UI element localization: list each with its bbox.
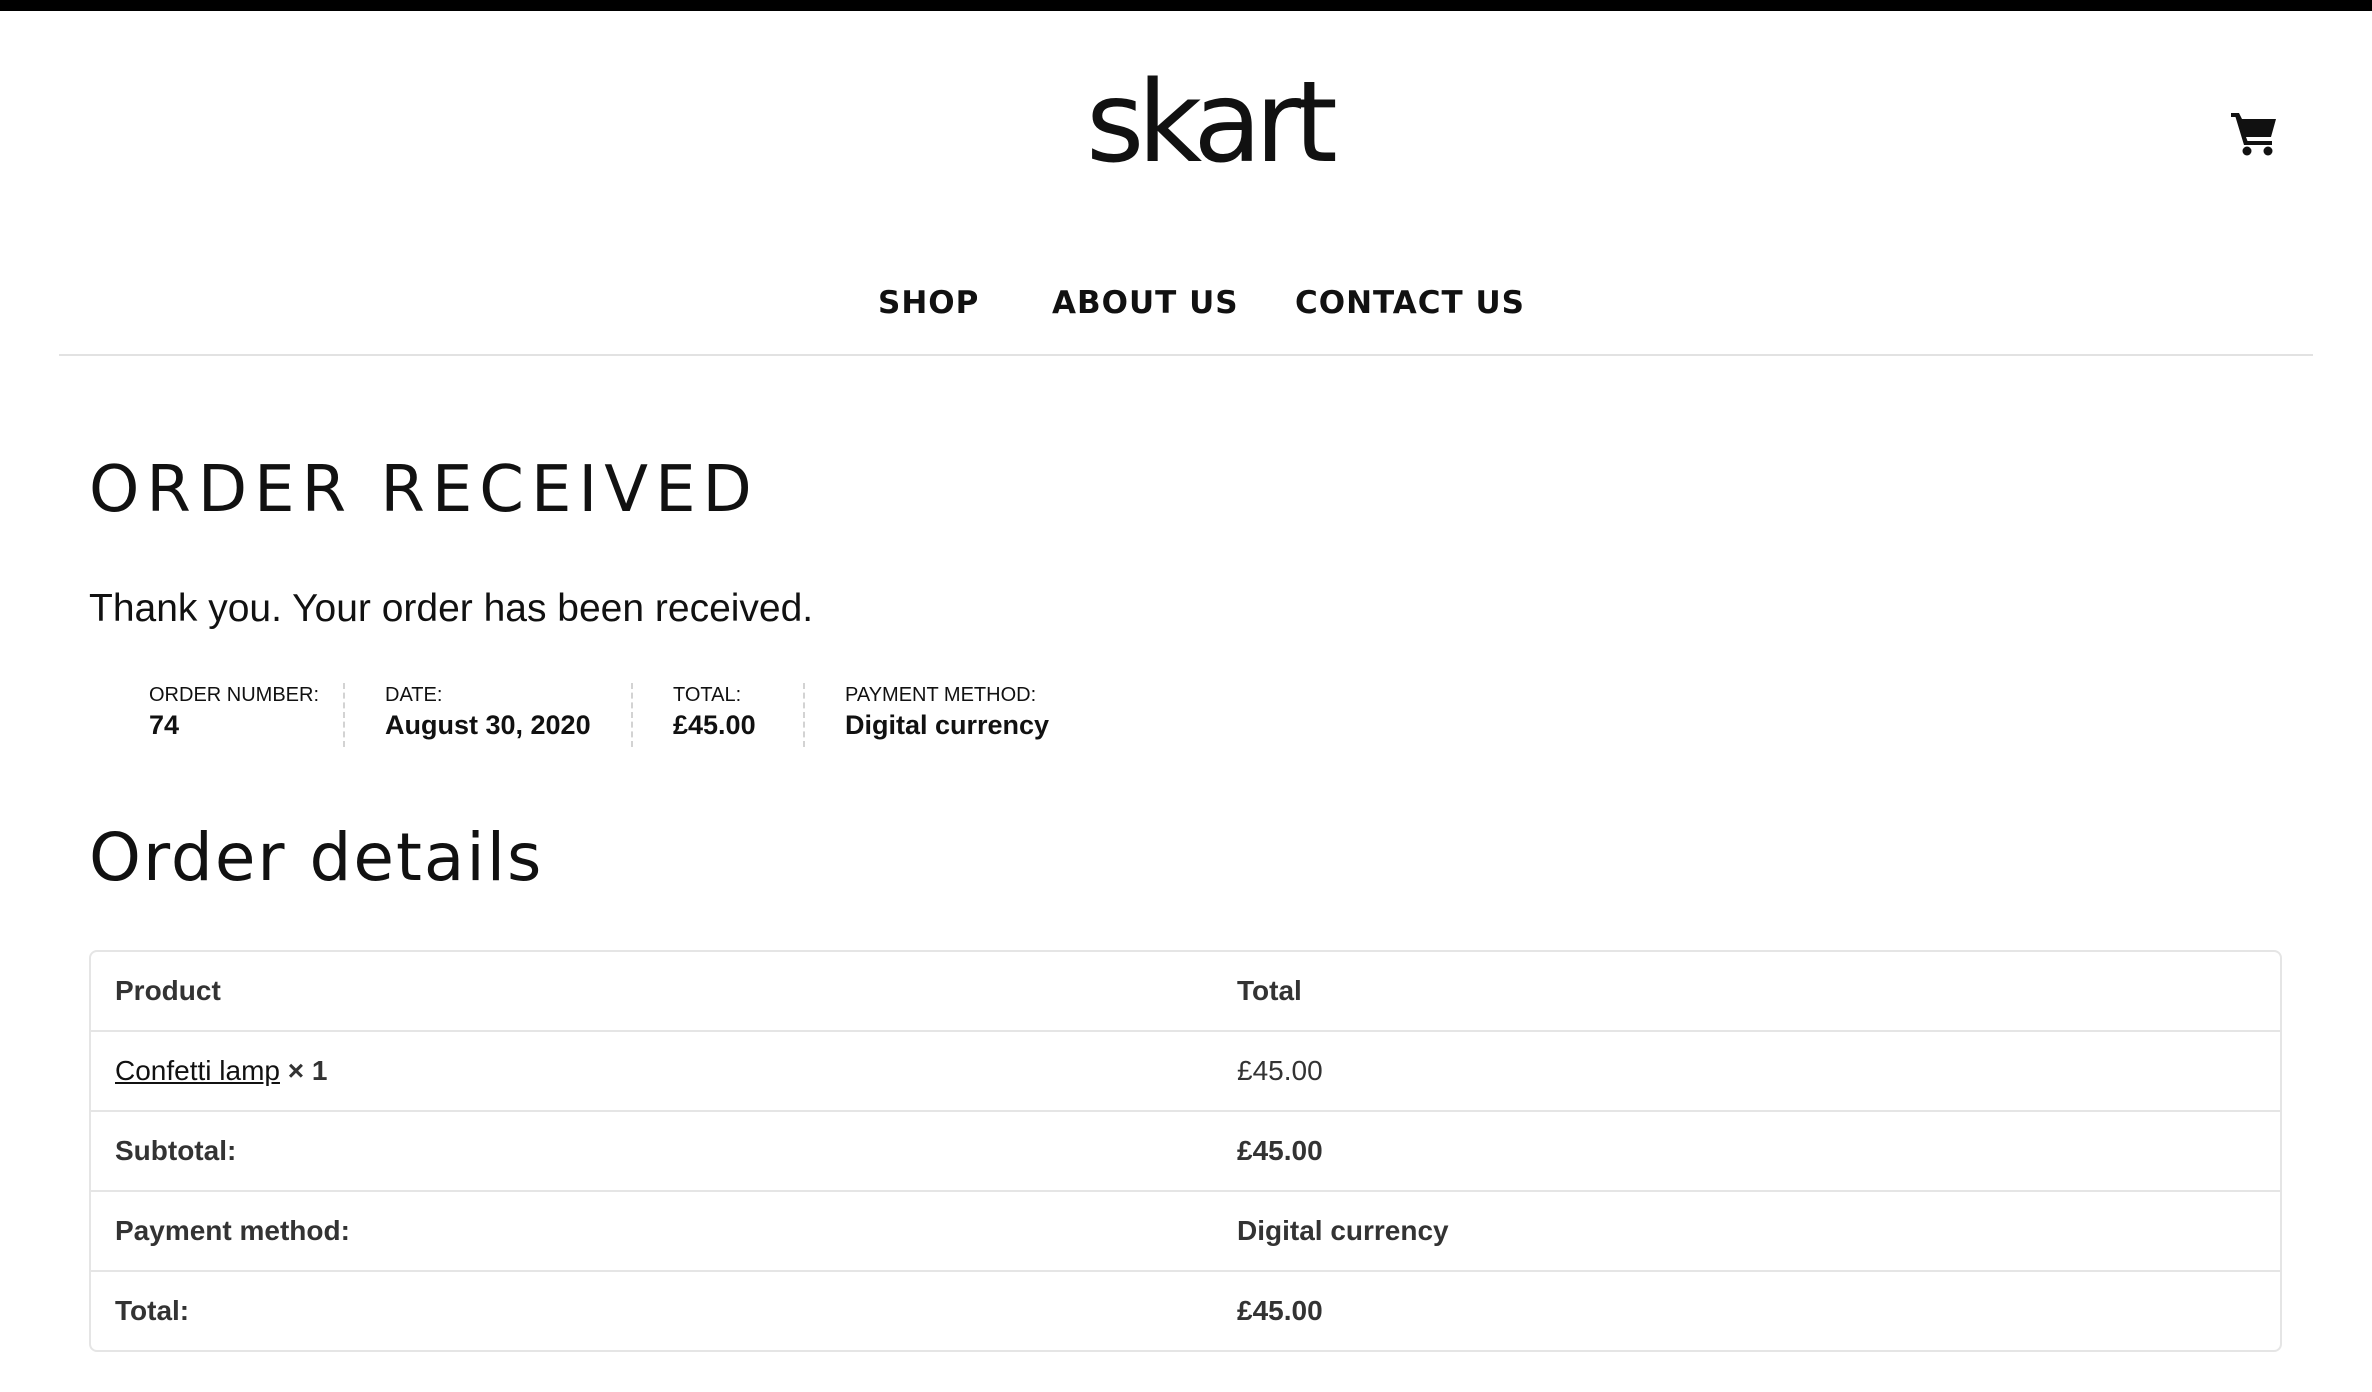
- table-row: Payment method: Digital currency: [91, 1190, 2280, 1270]
- total-row-value: £45.00: [1237, 1295, 1323, 1326]
- product-cell: Confetti lamp × 1: [91, 1055, 1237, 1087]
- overview-payment-method: PAYMENT METHOD: Digital currency: [805, 683, 1089, 747]
- order-details-title: Order details: [89, 819, 544, 896]
- table-header-row: Product Total: [91, 952, 2280, 1030]
- table-row: Subtotal: £45.00: [91, 1110, 2280, 1190]
- column-header-product: Product: [115, 975, 221, 1006]
- product-quantity: × 1: [287, 1055, 328, 1086]
- shopping-cart-icon-graphic: [2231, 113, 2276, 156]
- table-row: Total: £45.00: [91, 1270, 2280, 1350]
- page-title: ORDER RECEIVED: [89, 453, 759, 527]
- site-logo[interactable]: skart: [1086, 67, 1338, 179]
- header-divider: [59, 354, 2313, 356]
- overview-total: TOTAL: £45.00: [633, 683, 805, 747]
- nav-contact-link[interactable]: CONTACT US: [1295, 273, 1525, 333]
- nav-shop-link[interactable]: SHOP: [878, 273, 979, 333]
- date-value: August 30, 2020: [385, 710, 591, 740]
- site-header: skart SHOP ABOUT US CONTACT US: [0, 11, 2372, 355]
- order-overview: ORDER NUMBER: 74 DATE: August 30, 2020 T…: [89, 683, 1089, 747]
- column-header-total: Total: [1237, 975, 1302, 1006]
- main-nav: SHOP ABOUT US CONTACT US: [0, 273, 2372, 333]
- order-number-label: ORDER NUMBER:: [149, 684, 320, 706]
- payment-method-row-label: Payment method:: [115, 1215, 350, 1246]
- overview-date: DATE: August 30, 2020: [345, 683, 633, 747]
- subtotal-value: £45.00: [1237, 1135, 1323, 1166]
- order-number-value: 74: [149, 710, 180, 740]
- payment-method-label: PAYMENT METHOD:: [845, 684, 1037, 706]
- product-link[interactable]: Confetti lamp: [115, 1055, 280, 1086]
- payment-method-row-value: Digital currency: [1237, 1215, 1449, 1246]
- top-bar: [0, 0, 2372, 11]
- total-label: TOTAL:: [673, 684, 742, 706]
- product-total: £45.00: [1237, 1055, 1323, 1086]
- shopping-cart-icon[interactable]: [2230, 107, 2278, 157]
- total-value: £45.00: [673, 710, 756, 740]
- nav-about-link[interactable]: ABOUT US: [1052, 273, 1239, 333]
- subtotal-label: Subtotal:: [115, 1135, 237, 1166]
- order-details-table: Product Total Confetti lamp × 1 £45.00 S…: [89, 950, 2282, 1352]
- table-row: Confetti lamp × 1 £45.00: [91, 1030, 2280, 1110]
- date-label: DATE:: [385, 684, 443, 706]
- total-row-label: Total:: [115, 1295, 190, 1326]
- thank-you-message: Thank you. Your order has been received.: [89, 587, 814, 630]
- overview-order-number: ORDER NUMBER: 74: [89, 683, 345, 747]
- payment-method-value: Digital currency: [845, 710, 1050, 740]
